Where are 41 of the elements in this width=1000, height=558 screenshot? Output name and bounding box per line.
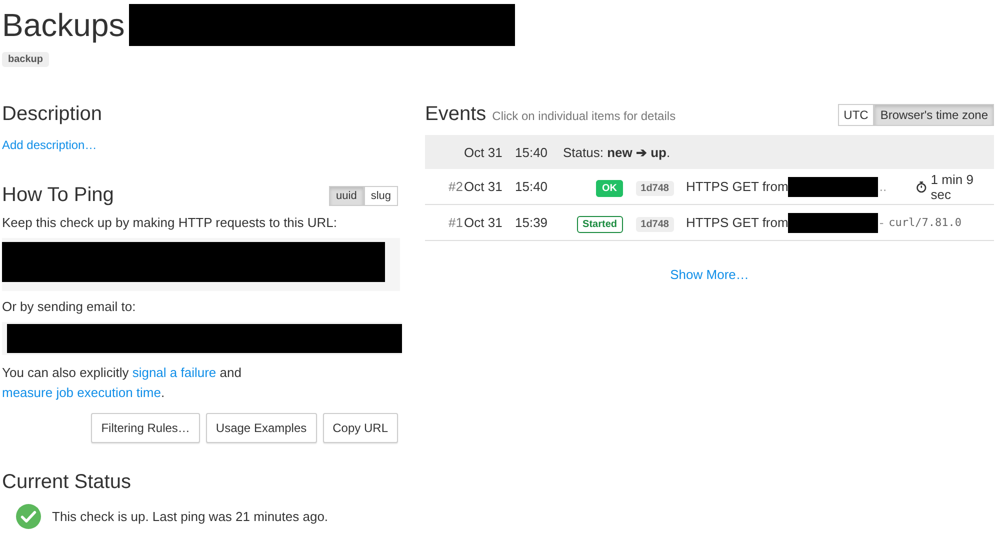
event-code: 1d748	[636, 181, 674, 196]
check-title: Backups	[2, 6, 125, 45]
ping-event-row[interactable]: #1Oct 31 15:39 Started 1d748 HTTPS GET from - curl/7.81.0	[425, 205, 994, 241]
event-badge: Started	[576, 216, 623, 233]
timezone-toggle[interactable]: UTC	[838, 104, 874, 126]
ping-event-row[interactable]: #2Oct 31 15:40 OK 1d748 HTTPS GET from .. 1 min 9 sec	[425, 169, 994, 205]
user-agent: curl/7.81.0	[888, 216, 962, 229]
events-hint: Click on individual items for details	[492, 109, 676, 123]
ping-note: You can also explicitly signal a failure and measure job execution time.	[2, 364, 242, 402]
event-date: Oct 31	[463, 144, 504, 160]
stopwatch-icon	[916, 180, 927, 194]
url-format-toggle[interactable]: uuid	[329, 186, 364, 206]
section-heading: How To Ping	[2, 184, 114, 207]
action-button[interactable]: Filtering Rules…	[91, 413, 200, 443]
event-time: 15:40	[514, 179, 549, 194]
event-details: HTTPS GET from	[686, 215, 788, 230]
action-button[interactable]: Usage Examples	[206, 413, 317, 443]
event-details: HTTPS GET from	[686, 179, 788, 194]
event-duration: 1 min 9 sec	[930, 172, 974, 202]
status-change-text: Status: new ➔ up.	[563, 144, 670, 160]
event-date: Oct 31	[463, 179, 504, 194]
event-details: ..	[879, 179, 887, 194]
event-time: 15:40	[514, 144, 549, 160]
status-message: This check is up. Last ping was 21 minutes ago.	[52, 509, 328, 524]
email-instructions: Or by sending email to:	[2, 299, 136, 314]
timezone-toggle[interactable]: Browser's time zone	[874, 104, 994, 126]
tag: backup	[2, 52, 50, 67]
event-number: #1	[448, 215, 463, 230]
event-number: #2	[448, 179, 463, 194]
ping-instructions: Keep this check up by making HTTP requests to this URL:	[2, 215, 338, 230]
section-heading: Description	[2, 103, 102, 126]
status-change-row[interactable]: Oct 31 15:40 Status: new ➔ up.	[425, 135, 994, 169]
section-heading: Events	[425, 103, 486, 126]
action-button[interactable]: Copy URL	[322, 413, 398, 443]
event-date: Oct 31	[463, 215, 504, 230]
url-format-toggle[interactable]: slug	[364, 186, 398, 206]
event-code: 1d748	[636, 217, 674, 232]
event-badge: OK	[596, 180, 623, 197]
event-details: -	[879, 215, 884, 230]
section-heading: Current Status	[2, 471, 131, 494]
event-time: 15:39	[514, 215, 549, 230]
